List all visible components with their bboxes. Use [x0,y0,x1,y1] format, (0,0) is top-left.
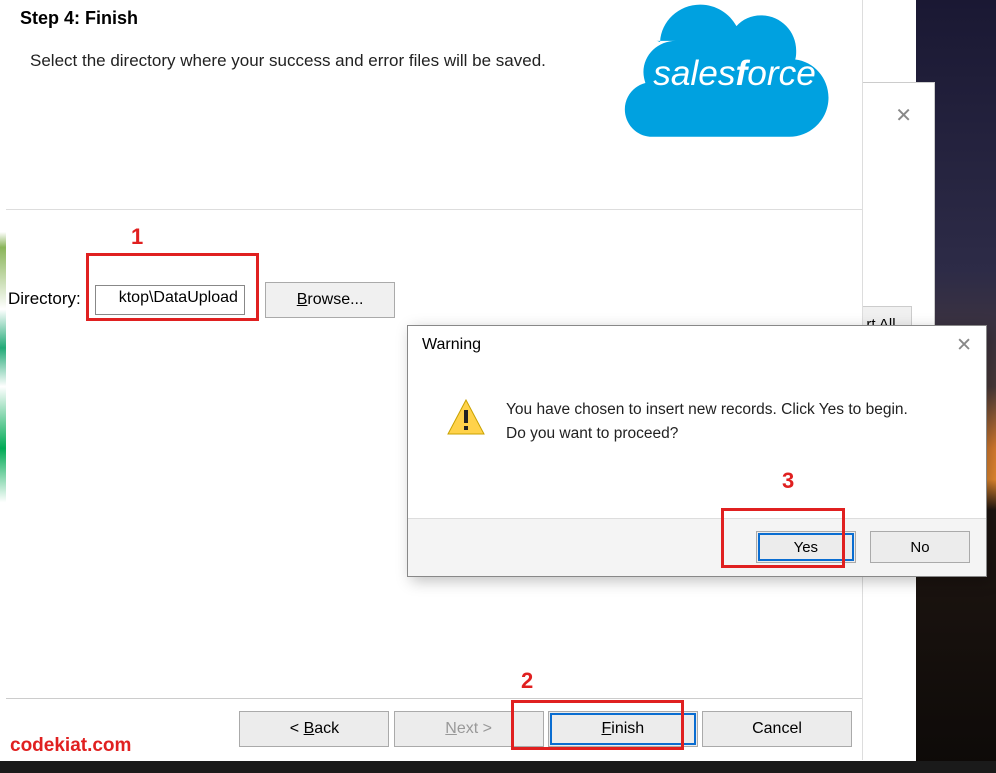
annotation-number-1: 1 [131,224,143,250]
salesforce-logo: salesforce [617,0,852,170]
directory-input[interactable]: ktop\DataUpload [95,285,245,315]
dialog-message: You have chosen to insert new records. C… [506,398,908,446]
no-button[interactable]: No [870,531,970,563]
cancel-button[interactable]: Cancel [702,711,852,747]
annotation-number-3: 3 [782,468,794,494]
close-icon[interactable]: ✕ [956,334,972,357]
back-button[interactable]: < Back [239,711,389,747]
taskbar [0,761,996,773]
watermark-text: codekiat.com [10,735,131,757]
browse-button[interactable]: Browse... [265,282,395,318]
yes-button[interactable]: Yes [756,531,856,563]
wizard-footer: < Back Next > Finish Cancel [6,698,862,760]
dialog-title: Warning [422,336,481,353]
annotation-number-2: 2 [521,668,533,694]
dialog-footer: Yes No [408,518,986,576]
background-window: ✕ [855,82,935,342]
finish-button[interactable]: Finish [548,711,698,747]
dialog-titlebar: Warning ✕ [408,326,986,368]
svg-text:salesforce: salesforce [653,54,816,93]
next-button: Next > [394,711,544,747]
warning-dialog: Warning ✕ You have chosen to insert new … [407,325,987,577]
directory-label: Directory: [8,289,81,308]
wizard-header: Step 4: Finish Select the directory wher… [6,0,862,210]
warning-icon [446,398,486,438]
close-icon[interactable]: ✕ [895,103,912,128]
